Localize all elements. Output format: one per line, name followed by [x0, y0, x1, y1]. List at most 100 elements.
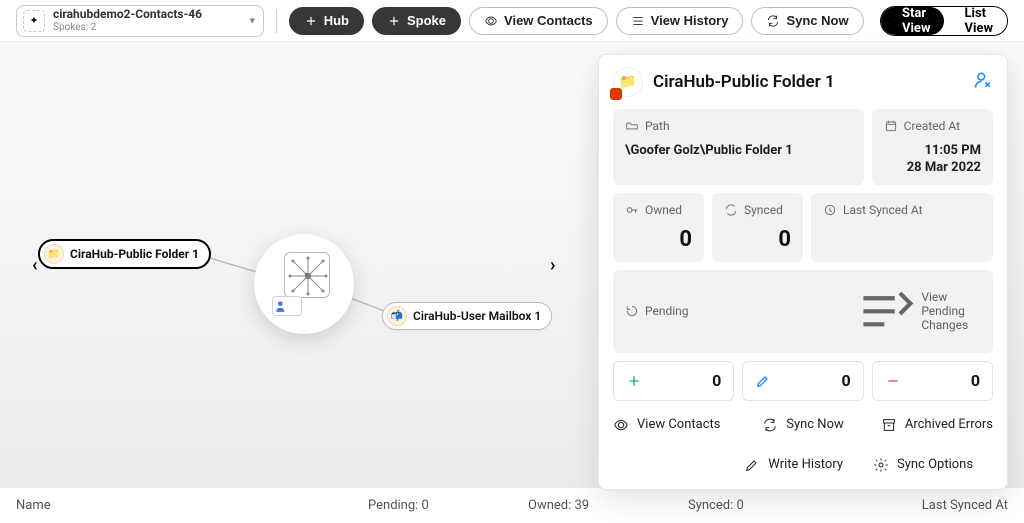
view-history-label: View History — [651, 13, 729, 28]
col-last[interactable]: Last Synced At — [848, 498, 1008, 513]
breadcrumb[interactable]: ✦ cirahubdemo2-Contacts-46 Spokes: 2 ▾ — [16, 5, 264, 37]
col-synced[interactable]: Synced: 0 — [688, 498, 848, 513]
created-date: 28 Mar 2022 — [884, 160, 981, 175]
pencil-icon — [755, 373, 771, 389]
panel-view-contacts-button[interactable]: View Contacts — [613, 417, 733, 433]
spoke-user-mailbox[interactable]: 📬 CiraHub-User Mailbox 1 — [382, 302, 552, 330]
path-card: Path \Goofer Golz\Public Folder 1 — [613, 109, 864, 185]
sync-now-button[interactable]: Sync Now — [751, 7, 863, 35]
panel-archived-errors-button[interactable]: Archived Errors — [873, 417, 993, 433]
view-toggle: Star View List View — [880, 6, 1008, 36]
pending-added-card: 0 — [613, 361, 734, 401]
panel-title: CiraHub-Public Folder 1 — [653, 72, 963, 92]
panel-sync-options-button[interactable]: Sync Options — [873, 457, 993, 473]
panel-sync-options-label: Sync Options — [897, 457, 973, 472]
spoke-public-folder[interactable]: 📁 CiraHub-Public Folder 1 — [38, 239, 211, 269]
panel-write-history-label: Write History — [768, 457, 843, 472]
path-label: Path — [645, 119, 670, 133]
chevron-left-icon: ‹ — [32, 254, 38, 275]
view-pending-changes-link[interactable]: View Pending Changes — [853, 280, 981, 343]
created-time: 11:05 PM — [884, 143, 981, 158]
created-at-card: Created At 11:05 PM 28 Mar 2022 — [872, 109, 993, 185]
office-badge-icon — [610, 88, 622, 100]
add-spoke-label: Spoke — [407, 13, 446, 28]
col-name[interactable]: Name — [16, 498, 368, 513]
pending-added-value: 0 — [712, 371, 721, 390]
star-view-tab[interactable]: Star View — [881, 7, 945, 35]
owned-card: Owned 0 — [613, 193, 704, 262]
breadcrumb-title: cirahubdemo2-Contacts-46 — [53, 8, 202, 21]
plus-icon — [626, 373, 642, 389]
star-network-icon — [895, 20, 896, 21]
sync-now-label: Sync Now — [786, 13, 848, 28]
star-view-label: Star View — [902, 6, 931, 36]
panel-view-contacts-label: View Contacts — [637, 417, 720, 432]
separator — [276, 9, 277, 33]
canvas-area: ‹ › 📁 CiraHub-Public Folder 1 📬 — [0, 42, 1024, 487]
chevron-right-icon: › — [550, 254, 555, 275]
folder-icon: 📁 — [613, 67, 643, 97]
edit-icon — [744, 457, 760, 473]
path-icon — [625, 119, 639, 133]
created-label: Created At — [904, 119, 960, 133]
spoke-label: CiraHub-User Mailbox 1 — [413, 309, 541, 323]
hub-icon: ✦ — [23, 10, 45, 32]
list-view-tab[interactable]: List View — [944, 7, 1007, 35]
panel-write-history-button[interactable]: Write History — [613, 457, 863, 473]
panel-sync-now-button[interactable]: Sync Now — [743, 417, 863, 433]
plus-icon — [387, 14, 401, 28]
breadcrumb-sub: Spokes: 2 — [53, 22, 202, 33]
synced-label: Synced — [744, 203, 783, 217]
clock-icon — [823, 203, 837, 217]
archive-icon — [881, 417, 897, 433]
changes-icon — [853, 280, 916, 343]
mailbox-icon: 📬 — [387, 306, 407, 326]
col-owned[interactable]: Owned: 39 — [528, 498, 688, 513]
calendar-icon — [884, 119, 898, 133]
toolbar: ✦ cirahubdemo2-Contacts-46 Spokes: 2 ▾ H… — [0, 0, 1024, 42]
canvas-next-button[interactable]: › — [550, 254, 555, 275]
sync-icon — [762, 417, 778, 433]
panel-sync-now-label: Sync Now — [786, 417, 844, 432]
add-spoke-button[interactable]: Spoke — [372, 7, 461, 35]
hub-node[interactable] — [254, 234, 354, 334]
list-icon — [631, 14, 645, 28]
minus-icon — [885, 373, 901, 389]
sync-icon — [724, 203, 738, 217]
last-synced-label: Last Synced At — [843, 203, 923, 217]
pending-removed-card: 0 — [872, 361, 993, 401]
pending-edited-value: 0 — [841, 371, 850, 390]
add-hub-button[interactable]: Hub — [289, 7, 364, 35]
owned-value: 0 — [625, 227, 692, 252]
user-badge-icon — [272, 296, 302, 316]
panel-archived-label: Archived Errors — [905, 417, 993, 432]
view-contacts-label: View Contacts — [504, 13, 593, 28]
plus-icon — [304, 14, 318, 28]
folder-icon: 📁 — [44, 244, 64, 264]
view-contacts-button[interactable]: View Contacts — [469, 7, 608, 35]
add-hub-label: Hub — [324, 13, 349, 28]
col-pending[interactable]: Pending: 0 — [368, 498, 528, 513]
canvas-prev-button[interactable]: ‹ — [32, 254, 38, 275]
key-icon — [625, 203, 639, 217]
table-header: Name Pending: 0 Owned: 39 Synced: 0 Last… — [0, 487, 1024, 523]
view-history-button[interactable]: View History — [616, 7, 744, 35]
last-synced-card: Last Synced At — [811, 193, 993, 262]
chevron-down-icon: ▾ — [249, 14, 255, 27]
path-value: \Goofer Golz\Public Folder 1 — [625, 143, 852, 158]
synced-card: Synced 0 — [712, 193, 803, 262]
detail-panel: 📁 CiraHub-Public Folder 1 Path \Goofer G… — [598, 54, 1008, 490]
delete-button[interactable] — [973, 70, 993, 94]
pending-card: Pending View Pending Changes — [613, 270, 993, 353]
spoke-label: CiraHub-Public Folder 1 — [70, 247, 199, 261]
pending-link-label: View Pending Changes — [921, 290, 981, 332]
synced-value: 0 — [724, 227, 791, 252]
owned-label: Owned — [645, 203, 682, 217]
pending-removed-value: 0 — [971, 371, 980, 390]
gear-icon — [873, 457, 889, 473]
list-view-label: List View — [964, 6, 993, 36]
eye-icon — [613, 417, 629, 433]
sync-icon — [766, 14, 780, 28]
pending-icon — [625, 304, 639, 318]
hub-graphic-icon — [284, 252, 330, 298]
